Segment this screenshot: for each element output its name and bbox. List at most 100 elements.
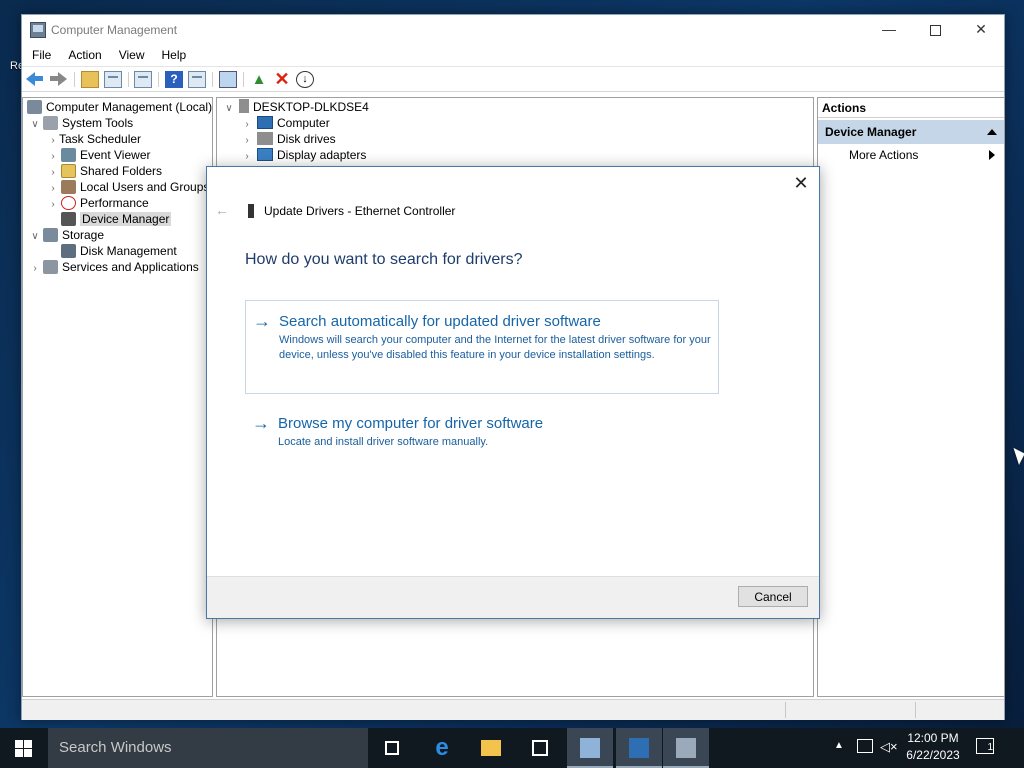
maximize-button[interactable] [912,15,958,45]
browse-computer-option[interactable]: → Browse my computer for driver software… [245,411,719,455]
system-tools-icon [43,116,58,130]
toolbar-separator [128,72,129,87]
start-button[interactable] [0,728,48,768]
console-tree: Computer Management (Local) ∨ System Tool… [22,97,961,697]
folder-icon [481,740,501,756]
scan-hardware-icon[interactable] [219,71,237,88]
chevron-down-icon[interactable]: ∨ [29,117,41,133]
menu-view[interactable]: View [109,45,152,62]
chevron-down-icon[interactable]: ∨ [29,229,41,245]
server-manager-icon [580,738,600,758]
tree-shared-folders[interactable]: › Shared Folders [47,163,162,179]
clock-time: 12:00 PM [907,731,959,745]
toolbar-separator [158,72,159,87]
taskbar-computer-management[interactable] [663,728,709,768]
notification-icon[interactable]: 1 [976,738,994,754]
option1-description: Windows will search your computer and th… [279,334,711,361]
dialog-question: How do you want to search for drivers? [245,251,523,268]
tree-device-manager[interactable]: Device Manager [47,211,172,227]
minimize-button[interactable]: — [866,15,912,45]
chevron-right-icon[interactable]: › [29,261,41,277]
up-folder-icon[interactable] [81,71,99,88]
tree-task-scheduler[interactable]: › Task Scheduler [47,131,961,147]
tree-event-viewer[interactable]: › Event Viewer [47,147,150,163]
arrow-right-icon: → [252,413,270,433]
store-icon [532,740,548,756]
menu-file[interactable]: File [22,45,58,62]
update-driver-icon[interactable]: ▲ [250,71,268,88]
menu-action[interactable]: Action [58,45,108,62]
tree-root[interactable]: Computer Management (Local) [25,99,212,115]
task-view-button[interactable] [369,728,415,768]
search-box[interactable]: Search Windows [48,728,368,768]
submenu-arrow-icon [989,150,995,160]
tree-performance[interactable]: › Performance [47,195,149,211]
computer-host-icon [239,99,249,113]
disk-drive-icon [257,132,273,145]
tree-disk-management[interactable]: Disk Management [47,243,177,259]
computer-management-icon [27,100,42,114]
tree-local-users[interactable]: › Local Users and Groups [47,179,209,195]
forward-arrow-icon[interactable] [49,71,67,88]
monitor-icon [257,116,273,129]
tree-storage[interactable]: ∨ Storage [29,227,104,243]
tree-services-applications[interactable]: › Services and Applications [29,259,199,275]
taskbar-store[interactable] [517,728,563,768]
users-icon [61,180,76,194]
clock[interactable]: 12:00 PM 6/22/2023 [897,730,969,764]
close-window-button[interactable]: ✕ [958,15,1004,45]
computer-management-icon [30,22,46,38]
actions-pane: Actions Device Manager More Actions [817,97,1005,697]
device-host-node[interactable]: ∨ DESKTOP-DLKDSE4 [223,99,369,115]
menu-bar: File Action View Help [22,45,1004,65]
actions-section-device-manager[interactable]: Device Manager [818,120,1004,144]
back-arrow-icon[interactable]: ← [215,202,229,218]
windows-logo-icon [15,740,23,748]
export-list-icon[interactable] [134,71,152,88]
back-arrow-icon[interactable] [26,71,44,88]
services-icon [43,260,58,274]
taskbar-file-explorer[interactable] [468,728,514,768]
network-icon[interactable] [857,739,873,753]
uninstall-device-icon[interactable]: ✕ [273,70,291,88]
option1-title: Search automatically for updated driver … [279,313,601,330]
option2-title: Browse my computer for driver software [278,415,544,432]
volume-muted-icon[interactable]: ◁× [880,739,898,768]
close-icon[interactable]: ✕ [791,173,811,194]
update-drivers-dialog: ✕ ← Update Drivers - Ethernet Controller… [206,166,820,619]
more-actions-item[interactable]: More Actions [818,144,1004,166]
computer-management-icon [676,738,696,758]
taskbar: Search Windows e ▲ ◁× 12:00 PM 6/22/2023 … [0,728,1024,768]
event-viewer-icon [61,148,76,162]
device-category-display-adapters[interactable]: › Display adapters [241,147,366,163]
help-icon[interactable]: ? [165,71,183,88]
device-category-disk-drives[interactable]: › Disk drives [241,131,336,147]
show-action-pane-icon[interactable] [188,71,206,88]
clock-date: 6/22/2023 [906,748,960,762]
taskbar-app-1[interactable] [567,728,613,768]
performance-icon [61,196,76,210]
storage-icon [43,228,58,242]
show-hide-tree-icon[interactable] [104,71,122,88]
chevron-down-icon[interactable]: ∨ [223,101,235,117]
device-category-computer[interactable]: › Computer [241,115,330,131]
arrow-right-icon: → [253,311,271,331]
status-bar [22,699,1004,720]
dialog-title: Update Drivers - Ethernet Controller [264,204,456,218]
menu-help[interactable]: Help [152,45,194,62]
tree-system-tools[interactable]: ∨ System Tools [29,115,133,131]
disk-management-icon [61,244,76,258]
taskbar-edge[interactable]: e [419,728,465,768]
search-automatically-option[interactable]: → Search automatically for updated drive… [245,300,719,394]
ethernet-device-icon [248,204,254,218]
powershell-icon [629,738,649,758]
cancel-button[interactable]: Cancel [738,586,808,607]
shared-folder-icon [61,164,76,178]
collapse-up-icon[interactable] [987,129,997,135]
display-adapter-icon [257,148,273,161]
tray-overflow-icon[interactable]: ▲ [834,740,844,768]
taskbar-app-2[interactable] [616,728,662,768]
disable-device-icon[interactable]: ↓ [296,71,314,88]
title-bar[interactable]: Computer Management — ✕ [22,15,1004,45]
chevron-right-icon[interactable]: › [241,149,253,165]
